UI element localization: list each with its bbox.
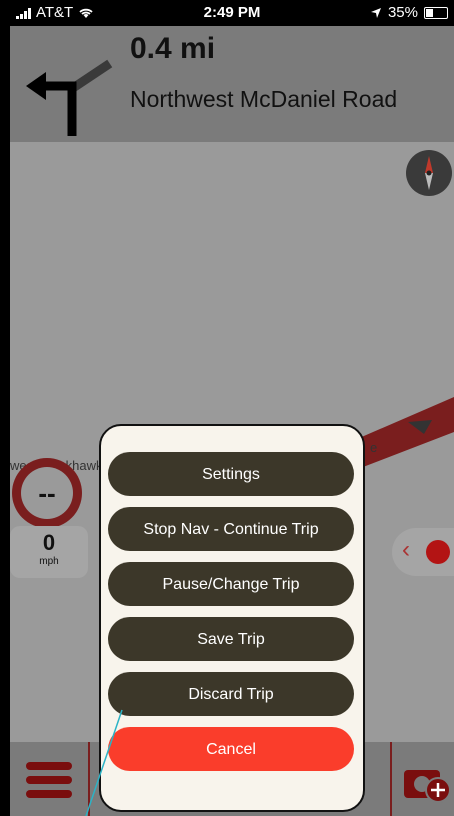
chevron-left-icon: ‹ bbox=[402, 536, 410, 563]
speed-unit: mph bbox=[39, 556, 59, 567]
navigation-header: 0.4 mi Northwest McDaniel Road bbox=[10, 26, 454, 142]
stop-nav-button[interactable]: Stop Nav - Continue Trip bbox=[108, 507, 354, 551]
road-label-right: e bbox=[370, 440, 378, 455]
record-icon bbox=[426, 540, 450, 564]
menu-icon[interactable] bbox=[26, 762, 72, 802]
speed-value: 0 bbox=[42, 530, 56, 555]
add-photo-icon[interactable] bbox=[398, 756, 454, 806]
battery-percent: 35% bbox=[387, 4, 418, 21]
location-arrow-icon bbox=[370, 7, 381, 18]
status-bar: AT&T 2:49 PM 35% bbox=[10, 0, 454, 26]
toolbar-divider bbox=[88, 742, 90, 816]
status-right: 35% bbox=[370, 4, 448, 21]
save-trip-button[interactable]: Save Trip bbox=[108, 617, 354, 661]
cancel-button[interactable]: Cancel bbox=[108, 727, 354, 771]
speed-limit-value: -- bbox=[21, 467, 73, 519]
settings-button[interactable]: Settings bbox=[108, 452, 354, 496]
compass-icon[interactable] bbox=[406, 150, 452, 196]
discard-trip-button[interactable]: Discard Trip bbox=[108, 672, 354, 716]
pause-change-trip-button[interactable]: Pause/Change Trip bbox=[108, 562, 354, 606]
trip-options-dialog: Settings Stop Nav - Continue Trip Pause/… bbox=[99, 424, 365, 812]
battery-icon bbox=[424, 6, 448, 19]
turn-left-icon bbox=[26, 59, 113, 136]
street-name: Northwest McDaniel Road bbox=[130, 86, 398, 112]
record-control[interactable]: ‹ bbox=[392, 528, 454, 576]
speed-limit-sign: -- bbox=[12, 458, 82, 528]
speedometer: 0 mph bbox=[10, 526, 88, 578]
turn-distance: 0.4 mi bbox=[130, 32, 216, 65]
toolbar-divider bbox=[390, 742, 392, 816]
